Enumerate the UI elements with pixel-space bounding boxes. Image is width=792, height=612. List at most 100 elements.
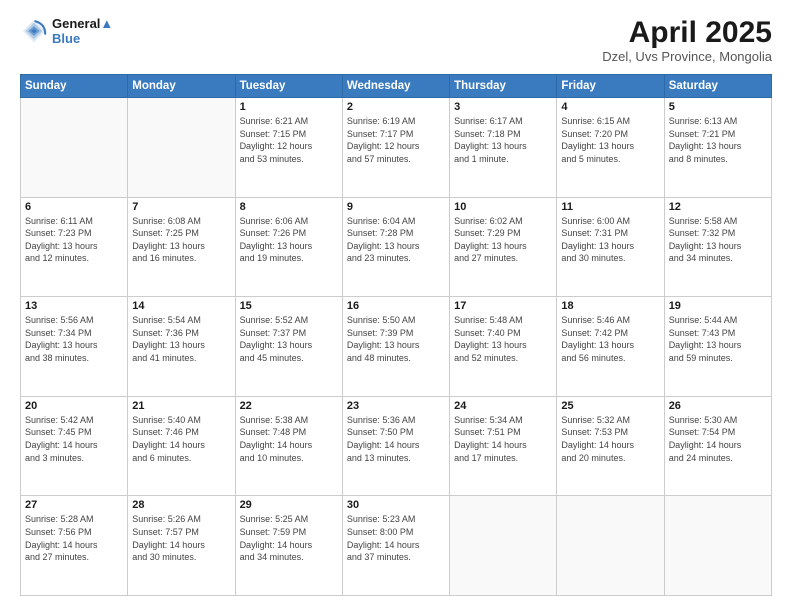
day-number: 23 xyxy=(347,400,445,412)
day-info: Sunrise: 5:42 AMSunset: 7:45 PMDaylight:… xyxy=(25,414,123,464)
page: General▲ Blue April 2025 Dzel, Uvs Provi… xyxy=(0,0,792,612)
calendar-cell-2-0: 13 Sunrise: 5:56 AMSunset: 7:34 PMDayligh… xyxy=(21,297,128,397)
calendar-cell-1-4: 10 Sunrise: 6:02 AMSunset: 7:29 PMDayligh… xyxy=(450,197,557,297)
calendar-cell-1-2: 8 Sunrise: 6:06 AMSunset: 7:26 PMDaylight… xyxy=(235,197,342,297)
day-info: Sunrise: 6:04 AMSunset: 7:28 PMDaylight:… xyxy=(347,215,445,265)
day-number: 5 xyxy=(669,101,767,113)
day-info: Sunrise: 5:56 AMSunset: 7:34 PMDaylight:… xyxy=(25,314,123,364)
calendar-cell-2-5: 18 Sunrise: 5:46 AMSunset: 7:42 PMDayligh… xyxy=(557,297,664,397)
day-info: Sunrise: 5:50 AMSunset: 7:39 PMDaylight:… xyxy=(347,314,445,364)
calendar-cell-0-0 xyxy=(21,98,128,198)
day-info: Sunrise: 6:06 AMSunset: 7:26 PMDaylight:… xyxy=(240,215,338,265)
day-number: 18 xyxy=(561,300,659,312)
day-info: Sunrise: 5:28 AMSunset: 7:56 PMDaylight:… xyxy=(25,513,123,563)
day-info: Sunrise: 6:15 AMSunset: 7:20 PMDaylight:… xyxy=(561,115,659,165)
calendar-header-row: Sunday Monday Tuesday Wednesday Thursday… xyxy=(21,75,772,98)
day-number: 20 xyxy=(25,400,123,412)
day-info: Sunrise: 5:30 AMSunset: 7:54 PMDaylight:… xyxy=(669,414,767,464)
day-info: Sunrise: 5:58 AMSunset: 7:32 PMDaylight:… xyxy=(669,215,767,265)
day-number: 25 xyxy=(561,400,659,412)
calendar-cell-2-3: 16 Sunrise: 5:50 AMSunset: 7:39 PMDayligh… xyxy=(342,297,449,397)
day-number: 10 xyxy=(454,201,552,213)
calendar-cell-4-6 xyxy=(664,496,771,596)
day-number: 1 xyxy=(240,101,338,113)
col-monday: Monday xyxy=(128,75,235,98)
calendar-cell-3-0: 20 Sunrise: 5:42 AMSunset: 7:45 PMDayligh… xyxy=(21,396,128,496)
calendar-cell-2-2: 15Sunrise: 5:52 AMSunset: 7:37 PMDayligh… xyxy=(235,297,342,397)
calendar-cell-4-3: 30Sunrise: 5:23 AMSunset: 8:00 PMDayligh… xyxy=(342,496,449,596)
day-number: 9 xyxy=(347,201,445,213)
day-info: Sunrise: 5:52 AMSunset: 7:37 PMDaylight:… xyxy=(240,314,338,364)
day-number: 24 xyxy=(454,400,552,412)
day-info: Sunrise: 5:54 AMSunset: 7:36 PMDaylight:… xyxy=(132,314,230,364)
calendar-cell-2-1: 14 Sunrise: 5:54 AMSunset: 7:36 PMDayligh… xyxy=(128,297,235,397)
day-number: 16 xyxy=(347,300,445,312)
col-thursday: Thursday xyxy=(450,75,557,98)
week-row-5: 27 Sunrise: 5:28 AMSunset: 7:56 PMDayligh… xyxy=(21,496,772,596)
day-info: Sunrise: 6:17 AMSunset: 7:18 PMDaylight:… xyxy=(454,115,552,165)
day-info: Sunrise: 6:02 AMSunset: 7:29 PMDaylight:… xyxy=(454,215,552,265)
calendar-cell-3-5: 25 Sunrise: 5:32 AMSunset: 7:53 PMDayligh… xyxy=(557,396,664,496)
main-title: April 2025 xyxy=(602,16,772,49)
day-info: Sunrise: 6:08 AMSunset: 7:25 PMDaylight:… xyxy=(132,215,230,265)
day-number: 2 xyxy=(347,101,445,113)
day-number: 17 xyxy=(454,300,552,312)
calendar-cell-2-6: 19Sunrise: 5:44 AMSunset: 7:43 PMDayligh… xyxy=(664,297,771,397)
calendar-cell-3-1: 21 Sunrise: 5:40 AMSunset: 7:46 PMDayligh… xyxy=(128,396,235,496)
day-number: 11 xyxy=(561,201,659,213)
day-info: Sunrise: 6:13 AMSunset: 7:21 PMDaylight:… xyxy=(669,115,767,165)
calendar-cell-1-1: 7 Sunrise: 6:08 AMSunset: 7:25 PMDaylight… xyxy=(128,197,235,297)
day-number: 27 xyxy=(25,499,123,511)
logo-text: General▲ Blue xyxy=(52,16,113,46)
day-number: 29 xyxy=(240,499,338,511)
day-number: 7 xyxy=(132,201,230,213)
day-number: 26 xyxy=(669,400,767,412)
calendar-cell-0-1 xyxy=(128,98,235,198)
calendar-table: Sunday Monday Tuesday Wednesday Thursday… xyxy=(20,74,772,596)
day-info: Sunrise: 6:19 AMSunset: 7:17 PMDaylight:… xyxy=(347,115,445,165)
calendar-cell-3-2: 22Sunrise: 5:38 AMSunset: 7:48 PMDayligh… xyxy=(235,396,342,496)
day-info: Sunrise: 5:25 AMSunset: 7:59 PMDaylight:… xyxy=(240,513,338,563)
calendar-cell-3-4: 24 Sunrise: 5:34 AMSunset: 7:51 PMDayligh… xyxy=(450,396,557,496)
day-number: 8 xyxy=(240,201,338,213)
day-number: 22 xyxy=(240,400,338,412)
calendar-cell-4-5 xyxy=(557,496,664,596)
title-block: April 2025 Dzel, Uvs Province, Mongolia xyxy=(602,16,772,64)
sub-title: Dzel, Uvs Province, Mongolia xyxy=(602,49,772,64)
header: General▲ Blue April 2025 Dzel, Uvs Provi… xyxy=(20,16,772,64)
col-wednesday: Wednesday xyxy=(342,75,449,98)
calendar-cell-4-1: 28Sunrise: 5:26 AMSunset: 7:57 PMDayligh… xyxy=(128,496,235,596)
day-number: 4 xyxy=(561,101,659,113)
day-info: Sunrise: 5:26 AMSunset: 7:57 PMDaylight:… xyxy=(132,513,230,563)
calendar-cell-1-5: 11 Sunrise: 6:00 AMSunset: 7:31 PMDayligh… xyxy=(557,197,664,297)
week-row-1: 1 Sunrise: 6:21 AMSunset: 7:15 PMDaylight… xyxy=(21,98,772,198)
day-info: Sunrise: 6:00 AMSunset: 7:31 PMDaylight:… xyxy=(561,215,659,265)
calendar-cell-0-6: 5 Sunrise: 6:13 AMSunset: 7:21 PMDaylight… xyxy=(664,98,771,198)
calendar-cell-0-5: 4 Sunrise: 6:15 AMSunset: 7:20 PMDaylight… xyxy=(557,98,664,198)
calendar-cell-4-2: 29 Sunrise: 5:25 AMSunset: 7:59 PMDayligh… xyxy=(235,496,342,596)
calendar-cell-3-6: 26 Sunrise: 5:30 AMSunset: 7:54 PMDayligh… xyxy=(664,396,771,496)
day-info: Sunrise: 5:46 AMSunset: 7:42 PMDaylight:… xyxy=(561,314,659,364)
calendar-cell-4-4 xyxy=(450,496,557,596)
calendar-cell-1-3: 9 Sunrise: 6:04 AMSunset: 7:28 PMDaylight… xyxy=(342,197,449,297)
calendar-cell-0-3: 2 Sunrise: 6:19 AMSunset: 7:17 PMDaylight… xyxy=(342,98,449,198)
day-number: 14 xyxy=(132,300,230,312)
week-row-3: 13 Sunrise: 5:56 AMSunset: 7:34 PMDayligh… xyxy=(21,297,772,397)
day-info: Sunrise: 5:32 AMSunset: 7:53 PMDaylight:… xyxy=(561,414,659,464)
day-info: Sunrise: 6:21 AMSunset: 7:15 PMDaylight:… xyxy=(240,115,338,165)
day-number: 21 xyxy=(132,400,230,412)
col-sunday: Sunday xyxy=(21,75,128,98)
calendar-cell-1-6: 12 Sunrise: 5:58 AMSunset: 7:32 PMDayligh… xyxy=(664,197,771,297)
calendar-cell-0-4: 3Sunrise: 6:17 AMSunset: 7:18 PMDaylight… xyxy=(450,98,557,198)
day-info: Sunrise: 6:11 AMSunset: 7:23 PMDaylight:… xyxy=(25,215,123,265)
logo: General▲ Blue xyxy=(20,16,113,46)
calendar-cell-0-2: 1 Sunrise: 6:21 AMSunset: 7:15 PMDaylight… xyxy=(235,98,342,198)
week-row-2: 6Sunrise: 6:11 AMSunset: 7:23 PMDaylight… xyxy=(21,197,772,297)
day-info: Sunrise: 5:36 AMSunset: 7:50 PMDaylight:… xyxy=(347,414,445,464)
day-info: Sunrise: 5:40 AMSunset: 7:46 PMDaylight:… xyxy=(132,414,230,464)
day-info: Sunrise: 5:44 AMSunset: 7:43 PMDaylight:… xyxy=(669,314,767,364)
day-number: 13 xyxy=(25,300,123,312)
day-number: 12 xyxy=(669,201,767,213)
calendar-cell-3-3: 23 Sunrise: 5:36 AMSunset: 7:50 PMDayligh… xyxy=(342,396,449,496)
day-info: Sunrise: 5:34 AMSunset: 7:51 PMDaylight:… xyxy=(454,414,552,464)
